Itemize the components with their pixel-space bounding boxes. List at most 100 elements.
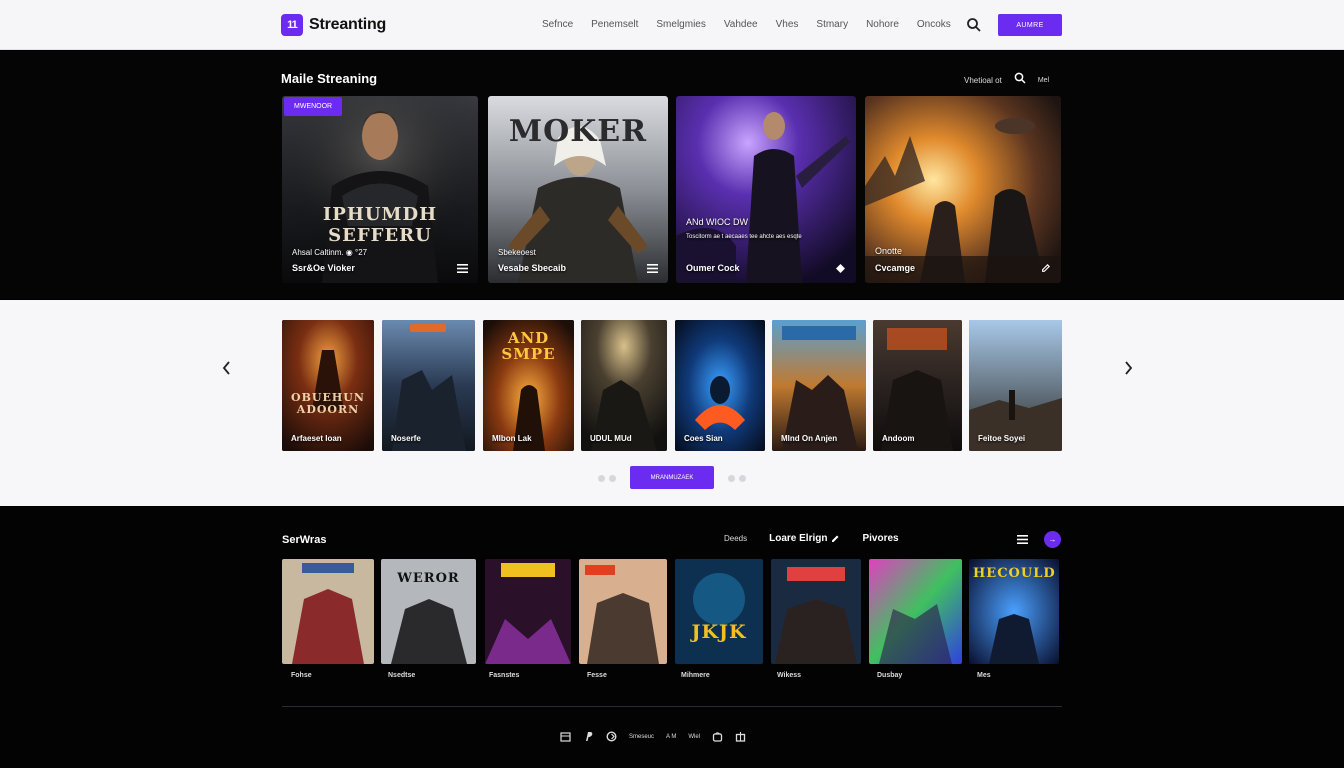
movie-card[interactable]: OBUEHUN ADOORN Arfaeset Ioan [282,320,374,451]
logo-mark: 11 [281,14,303,36]
logo-text: Streanting [309,16,387,33]
nav-item-5[interactable]: Vhes [776,19,799,30]
top-header: 11 Streanting Sefnce Penemselt Smelgmies… [0,0,1344,50]
logo[interactable]: 11 Streanting [281,14,386,36]
series-title: Wikess [777,672,802,679]
poster-title: MOKER [508,114,648,149]
hero-card[interactable]: IPHUMDH SEFFERU Ahsal Caltinm. ◉ °27 Ssr… [282,96,478,283]
poster-title: HECOULD [973,566,1056,581]
movie-card[interactable]: Coes Sian [675,320,765,451]
tab-pivores[interactable]: Pivores [862,533,898,544]
movie-card[interactable]: Mlnd On Anjen [772,320,866,451]
edit-icon[interactable] [1040,264,1051,273]
tab-deeds[interactable]: Deeds [724,534,747,543]
carousel-section: OBUEHUN ADOORN Arfaeset Ioan Noserfe AND… [0,300,1344,506]
diamond-icon[interactable] [835,264,846,273]
series-section: SerWras Deeds Loare Elrign Pivores → WER… [0,507,1344,768]
series-card[interactable]: WEROR [381,559,476,664]
globe-icon[interactable] [606,731,617,742]
bag-icon[interactable] [712,731,723,742]
carousel-dot[interactable] [609,475,616,482]
movie-card[interactable]: Noserfe [382,320,475,451]
movie-title: Feitoe Soyei [978,434,1026,443]
carousel-prev-button[interactable] [220,360,234,376]
movie-card[interactable]: Andoom [873,320,962,451]
carousel-dot[interactable] [739,475,746,482]
series-title: Fasnstes [489,672,520,679]
carousel-next-button[interactable] [1121,360,1135,376]
card-title: Ssr&Oe Vioker [292,263,355,273]
card-meta: Sbekeoest [498,248,536,257]
series-card[interactable]: JKJK [675,559,763,664]
footer-links: Smeseuc A M Wlel [560,731,746,742]
more-link[interactable]: Mel [1038,77,1049,84]
movie-card[interactable]: UDUL MUd [581,320,667,451]
nav-item-7[interactable]: Nohore [866,19,899,30]
list-icon[interactable] [1017,535,1028,544]
divider [282,706,1062,707]
search-icon[interactable] [966,17,982,33]
series-title: Fohse [291,672,312,679]
poster-title: IPHUMDH SEFFERU [322,204,438,246]
series-card[interactable]: HECOULD [969,559,1059,664]
chevron-left-icon [222,361,230,375]
tab-loare[interactable]: Loare Elrign [769,533,827,544]
pencil-icon[interactable] [831,534,840,543]
card-title: Cvcamge [875,263,916,273]
series-title: Dusbay [877,672,903,679]
poster-title: WEROR [397,571,460,586]
sign-up-button[interactable]: Aumre [998,14,1062,36]
series-card[interactable] [579,559,667,664]
nav-item-1[interactable]: Sefnce [542,19,573,30]
footer-link[interactable]: Wlel [688,734,700,740]
menu-icon[interactable] [647,264,658,273]
hero-card[interactable]: MOKER Sbekeoest Vesabe Sbecaib [488,96,668,283]
card-heading: Onotte [875,246,903,256]
footer-link[interactable]: A M [666,734,676,740]
carousel-dots-left [598,475,616,482]
paypal-icon[interactable] [583,731,594,742]
carousel-dots-right [728,475,746,482]
movie-title: Andoom [882,434,915,443]
hero-card[interactable]: ANd WIOC DW Toscitorm ae t aecaaes tee a… [676,96,856,283]
search-icon[interactable] [1014,71,1026,89]
next-button[interactable]: → [1044,531,1061,548]
nav-item-2[interactable]: Penemselt [591,19,638,30]
card-title: Vesabe Sbecaib [498,263,567,273]
card-meta: Ahsal Caltinm. ◉ °27 [292,248,368,257]
movie-title: Arfaeset Ioan [291,434,342,443]
movie-card[interactable]: AND SMPE Mlbon Lak [483,320,574,451]
nav-item-8[interactable]: Oncoks [917,19,951,30]
series-title: Fesse [587,672,607,679]
movie-card[interactable]: Feitoe Soyei [969,320,1062,451]
menu-icon[interactable] [457,264,468,273]
chevron-right-icon [1125,361,1133,375]
series-card[interactable] [282,559,374,664]
calendar-icon[interactable] [560,731,571,742]
nav-item-4[interactable]: Vahdee [724,19,758,30]
card-desc: Toscitorm ae t aecaaes tee ahcte aes esq… [686,234,802,240]
nav-item-3[interactable]: Smelgmies [656,19,705,30]
gift-icon[interactable] [735,731,746,742]
carousel-dot[interactable] [728,475,735,482]
series-tabs: Deeds Loare Elrign Pivores [724,533,899,544]
footer-link[interactable]: Smeseuc [629,734,654,740]
card-heading: ANd WIOC DW [686,217,748,227]
carousel-dot[interactable] [598,475,605,482]
movie-title: Mlnd On Anjen [781,434,838,443]
series-card[interactable] [485,559,571,664]
section-title: Maile Streaning [281,71,378,86]
series-title: Mihmere [681,672,710,679]
view-all-button[interactable]: Mranmuzaek [630,466,714,489]
movie-title: UDUL MUd [590,434,632,443]
nav-item-6[interactable]: Stmary [816,19,848,30]
series-card[interactable] [869,559,962,664]
hero-section: Maile Streaning Vhetioal ot Mel IPHUMDH … [0,51,1344,299]
hero-card[interactable]: Onotte Cvcamge [865,96,1061,283]
movie-title: Noserfe [391,434,421,443]
featured-badge: Mwenoor [284,97,343,116]
filter-link[interactable]: Vhetioal ot [964,76,1002,85]
poster-title: JKJK [691,621,747,643]
hero-tools: Vhetioal ot Mel [964,71,1049,89]
series-card[interactable] [771,559,861,664]
